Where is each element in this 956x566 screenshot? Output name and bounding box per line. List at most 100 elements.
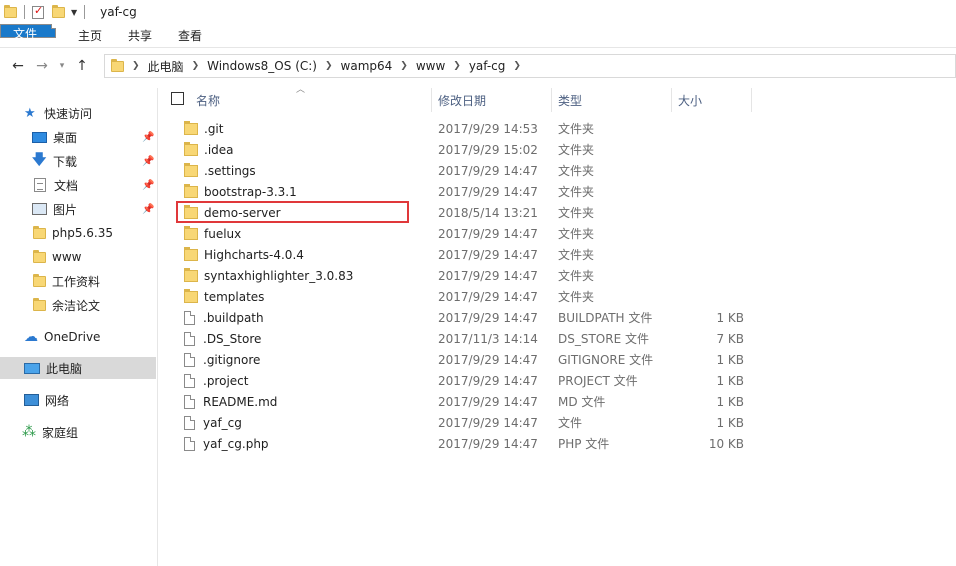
window-title: yaf-cg <box>100 5 137 19</box>
up-arrow-icon[interactable]: ↑ <box>72 58 92 74</box>
properties-icon[interactable] <box>32 4 44 19</box>
file-row[interactable]: templates 2017/9/29 14:47 文件夹 <box>176 286 756 307</box>
file-date: 2017/9/29 14:47 <box>438 247 538 262</box>
file-date: 2017/9/29 14:47 <box>438 268 538 283</box>
file-icon <box>184 394 195 409</box>
navigation-bar: ← → ▾ ↑ ❯ 此电脑 ❯ Windows8_OS (C:) ❯ wamp6… <box>0 52 956 80</box>
file-date: 2017/9/29 15:02 <box>438 142 538 157</box>
desktop-icon <box>32 131 47 143</box>
sidebar-item-documents[interactable]: 文档 📌 <box>0 174 156 196</box>
file-name: .DS_Store <box>203 331 262 346</box>
file-row[interactable]: .settings 2017/9/29 14:47 文件夹 <box>176 160 756 181</box>
chevron-right-icon[interactable]: ❯ <box>400 61 408 71</box>
file-row[interactable]: .git 2017/9/29 14:53 文件夹 <box>176 118 756 139</box>
file-date: 2017/9/29 14:47 <box>438 310 538 325</box>
back-arrow-icon[interactable]: ← <box>8 58 28 74</box>
folder-icon <box>184 267 198 282</box>
file-name: yaf_cg.php <box>203 436 269 451</box>
homegroup-icon: ⁂ <box>22 424 36 440</box>
folder-icon <box>33 225 46 239</box>
file-icon <box>184 415 195 430</box>
file-size: 1 KB <box>716 415 744 430</box>
tab-home[interactable]: 主页 <box>66 24 114 47</box>
sidebar-homegroup[interactable]: ⁂ 家庭组 <box>0 421 156 443</box>
column-header-type[interactable]: 类型 <box>558 88 582 112</box>
sidebar-item-www[interactable]: www <box>0 246 156 268</box>
sidebar-onedrive[interactable]: ☁ OneDrive <box>0 326 156 348</box>
column-header-name[interactable]: 名称 <box>196 88 220 112</box>
pictures-icon <box>32 203 47 215</box>
sidebar-item-pictures[interactable]: 图片 📌 <box>0 198 156 220</box>
forward-arrow-icon[interactable]: → <box>32 58 52 74</box>
file-date: 2017/9/29 14:47 <box>438 352 538 367</box>
file-name: .buildpath <box>203 310 264 325</box>
column-header-date[interactable]: 修改日期 <box>438 88 486 112</box>
file-row[interactable]: Highcharts-4.0.4 2017/9/29 14:47 文件夹 <box>176 244 756 265</box>
file-row[interactable]: .buildpath 2017/9/29 14:47 BUILDPATH 文件 … <box>176 307 756 328</box>
pin-icon[interactable]: 📌 <box>142 204 154 215</box>
file-size: 1 KB <box>716 394 744 409</box>
file-date: 2017/9/29 14:47 <box>438 289 538 304</box>
file-row[interactable]: yaf_cg 2017/9/29 14:47 文件 1 KB <box>176 412 756 433</box>
sidebar-quick-access[interactable]: ★ 快速访问 <box>0 102 156 124</box>
file-row[interactable]: yaf_cg.php 2017/9/29 14:47 PHP 文件 10 KB <box>176 433 756 454</box>
select-all-checkbox[interactable] <box>171 92 184 105</box>
file-name: .project <box>203 373 249 388</box>
folder-icon <box>33 249 46 263</box>
file-icon <box>184 331 195 346</box>
sidebar-item-php5635[interactable]: php5.6.35 <box>0 222 156 244</box>
navigation-pane: ★ 快速访问 桌面 📌 🡇 下载 📌 文档 📌 图片 📌 php5.6.35 w… <box>0 88 158 566</box>
chevron-right-icon[interactable]: ❯ <box>132 61 140 71</box>
file-name: Highcharts-4.0.4 <box>204 247 304 262</box>
file-row[interactable]: syntaxhighlighter_3.0.83 2017/9/29 14:47… <box>176 265 756 286</box>
file-row[interactable]: bootstrap-3.3.1 2017/9/29 14:47 文件夹 <box>176 181 756 202</box>
sidebar-item-work-docs[interactable]: 工作资料 <box>0 270 156 292</box>
file-row[interactable]: .idea 2017/9/29 15:02 文件夹 <box>176 139 756 160</box>
file-name: .idea <box>204 142 234 157</box>
column-header-size[interactable]: 大小 <box>678 88 702 112</box>
breadcrumb-wamp64[interactable]: wamp64 <box>341 59 393 73</box>
file-icon <box>184 352 195 367</box>
file-name: bootstrap-3.3.1 <box>204 184 297 199</box>
file-row[interactable]: .project 2017/9/29 14:47 PROJECT 文件 1 KB <box>176 370 756 391</box>
tab-share[interactable]: 共享 <box>116 24 164 47</box>
chevron-right-icon[interactable]: ❯ <box>453 61 461 71</box>
file-type: 文件夹 <box>558 122 595 136</box>
pin-icon[interactable]: 📌 <box>142 132 154 143</box>
breadcrumb-drive[interactable]: Windows8_OS (C:) <box>207 59 317 73</box>
file-type: 文件夹 <box>558 248 595 262</box>
breadcrumb-www[interactable]: www <box>416 59 445 73</box>
new-folder-icon[interactable] <box>52 4 65 18</box>
breadcrumb-this-pc[interactable]: 此电脑 <box>148 58 184 75</box>
sidebar-this-pc[interactable]: 此电脑 <box>0 357 156 379</box>
file-row[interactable]: .DS_Store 2017/11/3 14:14 DS_STORE 文件 7 … <box>176 328 756 349</box>
sidebar-item-desktop[interactable]: 桌面 📌 <box>0 126 156 148</box>
pin-icon[interactable]: 📌 <box>142 156 154 167</box>
folder-icon <box>184 141 198 156</box>
file-icon <box>184 436 195 451</box>
file-date: 2017/9/29 14:47 <box>438 184 538 199</box>
file-row[interactable]: fuelux 2017/9/29 14:47 文件夹 <box>176 223 756 244</box>
chevron-right-icon[interactable]: ❯ <box>192 61 200 71</box>
address-bar[interactable]: ❯ 此电脑 ❯ Windows8_OS (C:) ❯ wamp64 ❯ www … <box>104 54 956 78</box>
file-type: 文件夹 <box>558 227 595 241</box>
file-row[interactable]: README.md 2017/9/29 14:47 MD 文件 1 KB <box>176 391 756 412</box>
tab-file[interactable]: 文件 <box>0 24 56 41</box>
file-date: 2017/9/29 14:53 <box>438 121 538 136</box>
file-name: syntaxhighlighter_3.0.83 <box>204 268 354 283</box>
file-date: 2018/5/14 13:21 <box>438 205 538 220</box>
chevron-right-icon[interactable]: ❯ <box>513 61 521 71</box>
sidebar-item-thesis[interactable]: 余洁论文 <box>0 294 156 316</box>
chevron-right-icon[interactable]: ❯ <box>325 61 333 71</box>
folder-icon <box>184 288 198 303</box>
chevron-down-icon[interactable]: ▼ <box>71 8 77 17</box>
sidebar-item-downloads[interactable]: 🡇 下载 📌 <box>0 150 156 172</box>
pin-icon[interactable]: 📌 <box>142 180 154 191</box>
sidebar-network[interactable]: 网络 <box>0 389 156 411</box>
tab-view[interactable]: 查看 <box>166 24 214 47</box>
breadcrumb-yaf-cg[interactable]: yaf-cg <box>469 59 506 73</box>
file-name: .gitignore <box>203 352 261 367</box>
file-size: 7 KB <box>716 331 744 346</box>
file-row[interactable]: .gitignore 2017/9/29 14:47 GITIGNORE 文件 … <box>176 349 756 370</box>
recent-chevron-icon[interactable]: ▾ <box>52 61 72 71</box>
